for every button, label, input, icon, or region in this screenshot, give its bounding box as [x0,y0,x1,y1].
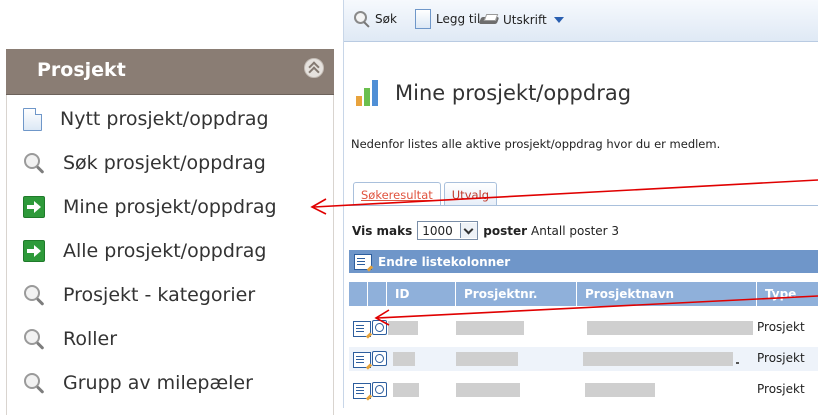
sidebar-item-all-projects[interactable]: Alle prosjekt/oppdrag [23,236,266,266]
sidebar-item-label: Nytt prosjekt/oppdrag [60,108,269,130]
type-cell: Prosjekt [757,382,805,396]
type-cell: Prosjekt [757,320,805,334]
sidebar-item-milestone-groups[interactable]: Grupp av milepæler [23,368,253,398]
header-spacer [367,282,369,306]
print-button[interactable]: Utskrift [480,13,564,27]
search-button-label: Søk [375,12,397,26]
table-row[interactable]: Prosjekt [349,378,818,402]
redacted-project-name [585,383,655,397]
page-header: Mine prosjekt/oppdrag [353,78,631,108]
new-document-icon [23,107,42,131]
search-icon [23,372,45,394]
max-rows-value: 1000 [422,223,453,238]
search-icon [23,152,45,174]
redacted-id [393,352,415,366]
sidebar-item-project-categories[interactable]: Prosjekt - kategorier [23,280,255,310]
main-panel: Søk Legg til Utskrift Mine prosjekt/oppd… [343,0,818,408]
sidebar-item-label: Prosjekt - kategorier [63,284,256,306]
table-row[interactable]: Prosjekt [349,347,818,371]
sidebar-item-label: Roller [63,328,118,350]
collapse-icon[interactable] [304,58,324,78]
column-header-project-name[interactable]: Prosjektnavn [576,282,674,306]
chart-pencil-icon [353,78,383,108]
sidebar-header: Prosjekt [6,49,334,95]
redacted-id [393,383,419,397]
tab-bar: Søkeresultat Utvalg [353,182,500,206]
chevron-down-icon[interactable] [553,17,564,23]
printer-icon [480,14,498,26]
redacted-project-number [456,383,520,397]
redacted-id [388,321,418,335]
search-icon [23,328,45,350]
sidebar-item-new-project[interactable]: Nytt prosjekt/oppdrag [23,104,269,134]
edit-icon[interactable] [353,352,371,368]
add-button-label: Legg til [436,12,481,26]
column-header-type[interactable]: Type [756,282,796,306]
chevron-down-icon[interactable] [460,223,478,238]
sidebar-item-label: Søk prosjekt/oppdrag [63,152,266,174]
max-rows-select[interactable]: 1000 [417,221,479,240]
project-sidebar: Prosjekt Nytt prosjekt/oppdrag Søk prosj… [6,49,334,415]
redacted-project-number [456,352,518,366]
text-fragment [736,362,739,364]
max-rows-label: Vis maks [352,223,413,238]
tab-selection[interactable]: Utvalg [443,182,498,206]
sidebar-item-label: Alle prosjekt/oppdrag [63,240,267,262]
change-list-columns-label: Endre listekolonner [378,254,511,269]
sidebar-item-my-projects[interactable]: Mine prosjekt/oppdrag [23,192,277,222]
print-button-label: Utskrift [503,13,547,27]
edit-icon[interactable] [353,383,371,399]
result-controls: Vis maks 1000 poster Antall poster 3 [352,221,619,240]
posts-label: poster [483,223,528,238]
record-count: Antall poster 3 [531,223,620,238]
sidebar-item-label: Grupp av milepæler [63,372,253,394]
change-list-columns-button[interactable]: Endre listekolonner [349,250,818,273]
clock-icon[interactable] [372,351,387,366]
sidebar-item-roles[interactable]: Roller [23,324,117,354]
table-header: ID Prosjektnr. Prosjektnavn Type [349,282,818,306]
type-cell: Prosjekt [757,351,805,365]
search-icon [23,284,45,306]
add-button[interactable]: Legg til [415,9,480,29]
edit-icon[interactable] [353,321,371,337]
search-button[interactable]: Søk [354,11,397,28]
tab-search-results[interactable]: Søkeresultat [353,182,441,206]
go-arrow-icon [23,240,45,262]
new-document-icon [415,9,431,29]
tab-divider [349,205,818,206]
redacted-project-number [456,321,524,335]
column-header-project-number[interactable]: Prosjektnr. [455,282,537,306]
search-icon [354,11,370,28]
sidebar-title: Prosjekt [37,59,126,81]
table-row[interactable]: Prosjekt [349,316,818,340]
toolbar: Søk Legg til Utskrift [344,0,818,42]
clock-icon[interactable] [372,320,387,335]
page-description: Nedenfor listes alle aktive prosjekt/opp… [351,137,721,151]
clock-icon[interactable] [372,382,387,397]
go-arrow-icon [23,196,45,218]
redacted-project-name [583,352,733,366]
sidebar-menu: Nytt prosjekt/oppdrag Søk prosjekt/oppdr… [6,95,334,415]
sidebar-item-label: Mine prosjekt/oppdrag [63,196,277,218]
sidebar-item-search-project[interactable]: Søk prosjekt/oppdrag [23,148,266,178]
edit-list-icon [354,253,372,270]
page-title: Mine prosjekt/oppdrag [395,81,632,105]
redacted-project-name [587,321,753,335]
column-header-id[interactable]: ID [386,282,409,306]
